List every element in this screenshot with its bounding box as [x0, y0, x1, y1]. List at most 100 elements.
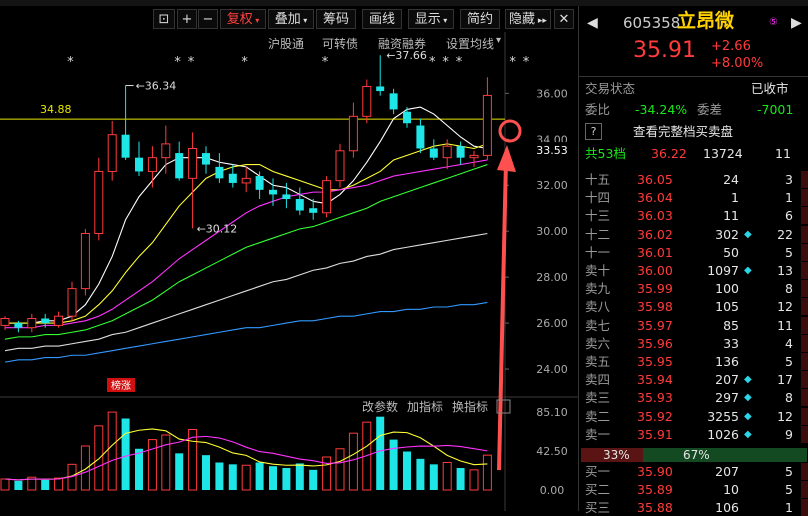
candle-body — [241, 177, 251, 184]
next-stock-icon[interactable]: ▶ — [791, 15, 802, 32]
ask-row[interactable]: 卖六 35.96 33 4 — [579, 334, 808, 352]
fuquan-button[interactable]: 复权 ▾ — [220, 9, 266, 29]
level-marker — [801, 316, 808, 334]
price-axis-label: 32.00 — [536, 179, 568, 192]
bid-row[interactable]: 买一 35.90 207 5 — [579, 463, 808, 480]
level-marker — [801, 225, 808, 243]
candle-body — [135, 157, 143, 172]
ask-row[interactable]: 十四 36.04 1 1 — [579, 189, 808, 207]
margin-trading-link[interactable]: 融资融券 — [378, 35, 426, 52]
volume-axis-label: 0.00 — [540, 484, 565, 497]
volume-control-2[interactable]: 换指标 — [452, 399, 488, 414]
help-icon[interactable]: ? — [585, 123, 602, 140]
level-label: 十一 — [585, 244, 611, 260]
candle-body — [147, 157, 157, 172]
display-button[interactable]: 显示 ▾ — [408, 9, 454, 29]
back-icon[interactable]: ⊡ — [153, 9, 175, 29]
zoom-in-button[interactable]: + — [177, 9, 197, 29]
level-count: 12 — [777, 299, 793, 315]
level-count: 17 — [777, 372, 793, 388]
volume-bar — [335, 448, 345, 491]
star-marker: * — [188, 55, 195, 70]
level-price: 36.03 — [637, 208, 673, 224]
ask-row[interactable]: 十三 36.03 11 6 — [579, 207, 808, 225]
rank-badge: 榜涨 — [111, 379, 131, 392]
ma-settings-link[interactable]: 设置均线 — [446, 35, 494, 52]
ask-row[interactable]: 卖七 35.97 85 11 — [579, 316, 808, 334]
bid-row[interactable]: 买二 35.89 10 5 — [579, 481, 808, 499]
stock-name: 立昂微 — [677, 10, 735, 32]
level-count: 5 — [785, 464, 793, 479]
level-count: 11 — [777, 317, 793, 333]
level-volume: 106 — [715, 500, 739, 516]
volume-bar — [14, 480, 23, 490]
badge-icon: ⑤ — [769, 17, 778, 28]
level-label: 十四 — [585, 190, 611, 206]
kline-chart[interactable]: 36.0034.0032.0030.0028.0026.0024.0033.53… — [0, 0, 578, 511]
ask-row[interactable]: 卖二 35.92 3255 12 ◆ — [579, 407, 808, 425]
ask-row[interactable]: 十二 36.02 302 22 ◆ — [579, 225, 808, 243]
ask-row[interactable]: 卖八 35.98 105 12 — [579, 298, 808, 316]
candle-body — [202, 153, 210, 165]
ask-row[interactable]: 卖十 36.00 1097 13 ◆ — [579, 262, 808, 279]
full-book-row[interactable]: ? 查看完整档买卖盘 — [579, 123, 808, 140]
weicha-label: 委差 — [697, 102, 723, 117]
overlay-button[interactable]: 叠加 ▾ — [268, 9, 314, 29]
ask-row[interactable]: 十五 36.05 24 3 — [579, 171, 808, 188]
full-book-link[interactable]: 查看完整档买卖盘 — [633, 123, 733, 140]
volume-bar — [429, 464, 438, 490]
draw-line-button[interactable]: 画线 — [362, 9, 402, 29]
level-price: 35.90 — [637, 464, 673, 479]
close-icon[interactable]: ✕ — [554, 9, 574, 29]
star-marker: * — [456, 55, 463, 70]
simple-button[interactable]: 简约 — [460, 9, 500, 29]
weicha-value: -7001 — [757, 102, 794, 117]
volume-control-1[interactable]: 加指标 — [407, 399, 443, 414]
level-volume: 50 — [723, 244, 739, 260]
level-label: 卖七 — [585, 317, 611, 333]
level-count: 6 — [785, 208, 793, 224]
ask-row[interactable]: 卖五 35.95 136 5 — [579, 353, 808, 370]
bid-row[interactable]: 买三 35.88 106 1 — [579, 499, 808, 516]
ask-row[interactable]: 卖三 35.93 297 8 ◆ — [579, 389, 808, 407]
large-order-icon: ◆ — [744, 410, 752, 422]
status-value: 已收市 — [751, 81, 789, 96]
volume-control-0[interactable]: 改参数 — [362, 399, 398, 414]
hk-connect-link[interactable]: 沪股通 — [268, 35, 304, 52]
volume-bar — [147, 439, 157, 491]
candle-body — [429, 148, 438, 158]
hide-button[interactable]: 隐藏 ▸▸ — [505, 9, 551, 29]
ask-row[interactable]: 卖四 35.94 207 17 ◆ — [579, 371, 808, 389]
level-label: 卖三 — [585, 390, 611, 406]
chevron-down-icon[interactable]: ▾ — [496, 35, 501, 46]
level-marker — [801, 298, 808, 316]
level-count: 8 — [785, 390, 793, 406]
zoom-out-button[interactable]: − — [198, 9, 218, 29]
level-count: 12 — [777, 408, 793, 424]
ask-row[interactable]: 卖九 35.99 100 8 — [579, 280, 808, 298]
candle-body — [67, 288, 77, 317]
volume-bar — [54, 477, 64, 491]
level-marker — [801, 425, 808, 443]
price-axis-label: 24.00 — [536, 363, 568, 376]
volume-bar — [161, 434, 171, 491]
level-marker — [801, 171, 808, 188]
price-axis-label: 30.00 — [536, 225, 568, 238]
candle-body — [362, 85, 372, 117]
fuquan-label: 复权 — [226, 12, 253, 27]
prev-stock-icon[interactable]: ◀ — [587, 15, 598, 32]
candle-body — [335, 150, 345, 182]
candle-body — [215, 166, 224, 179]
stock-code: 605358 — [623, 14, 681, 32]
level-label: 买一 — [585, 464, 611, 479]
convertible-bond-link[interactable]: 可转债 — [322, 35, 358, 52]
quote-header: ◀ 605358 立昂微 ⑤ ▶ — [579, 10, 808, 36]
star-marker: * — [523, 55, 530, 70]
level-label: 卖二 — [585, 408, 611, 424]
ask-row[interactable]: 十一 36.01 50 5 — [579, 243, 808, 261]
ask-row[interactable]: 卖一 35.91 1026 9 ◆ — [579, 425, 808, 443]
candle-body — [389, 93, 398, 110]
level-count: 9 — [785, 426, 793, 442]
chip-button[interactable]: 筹码 — [316, 9, 356, 29]
level-count: 13 — [777, 263, 793, 278]
